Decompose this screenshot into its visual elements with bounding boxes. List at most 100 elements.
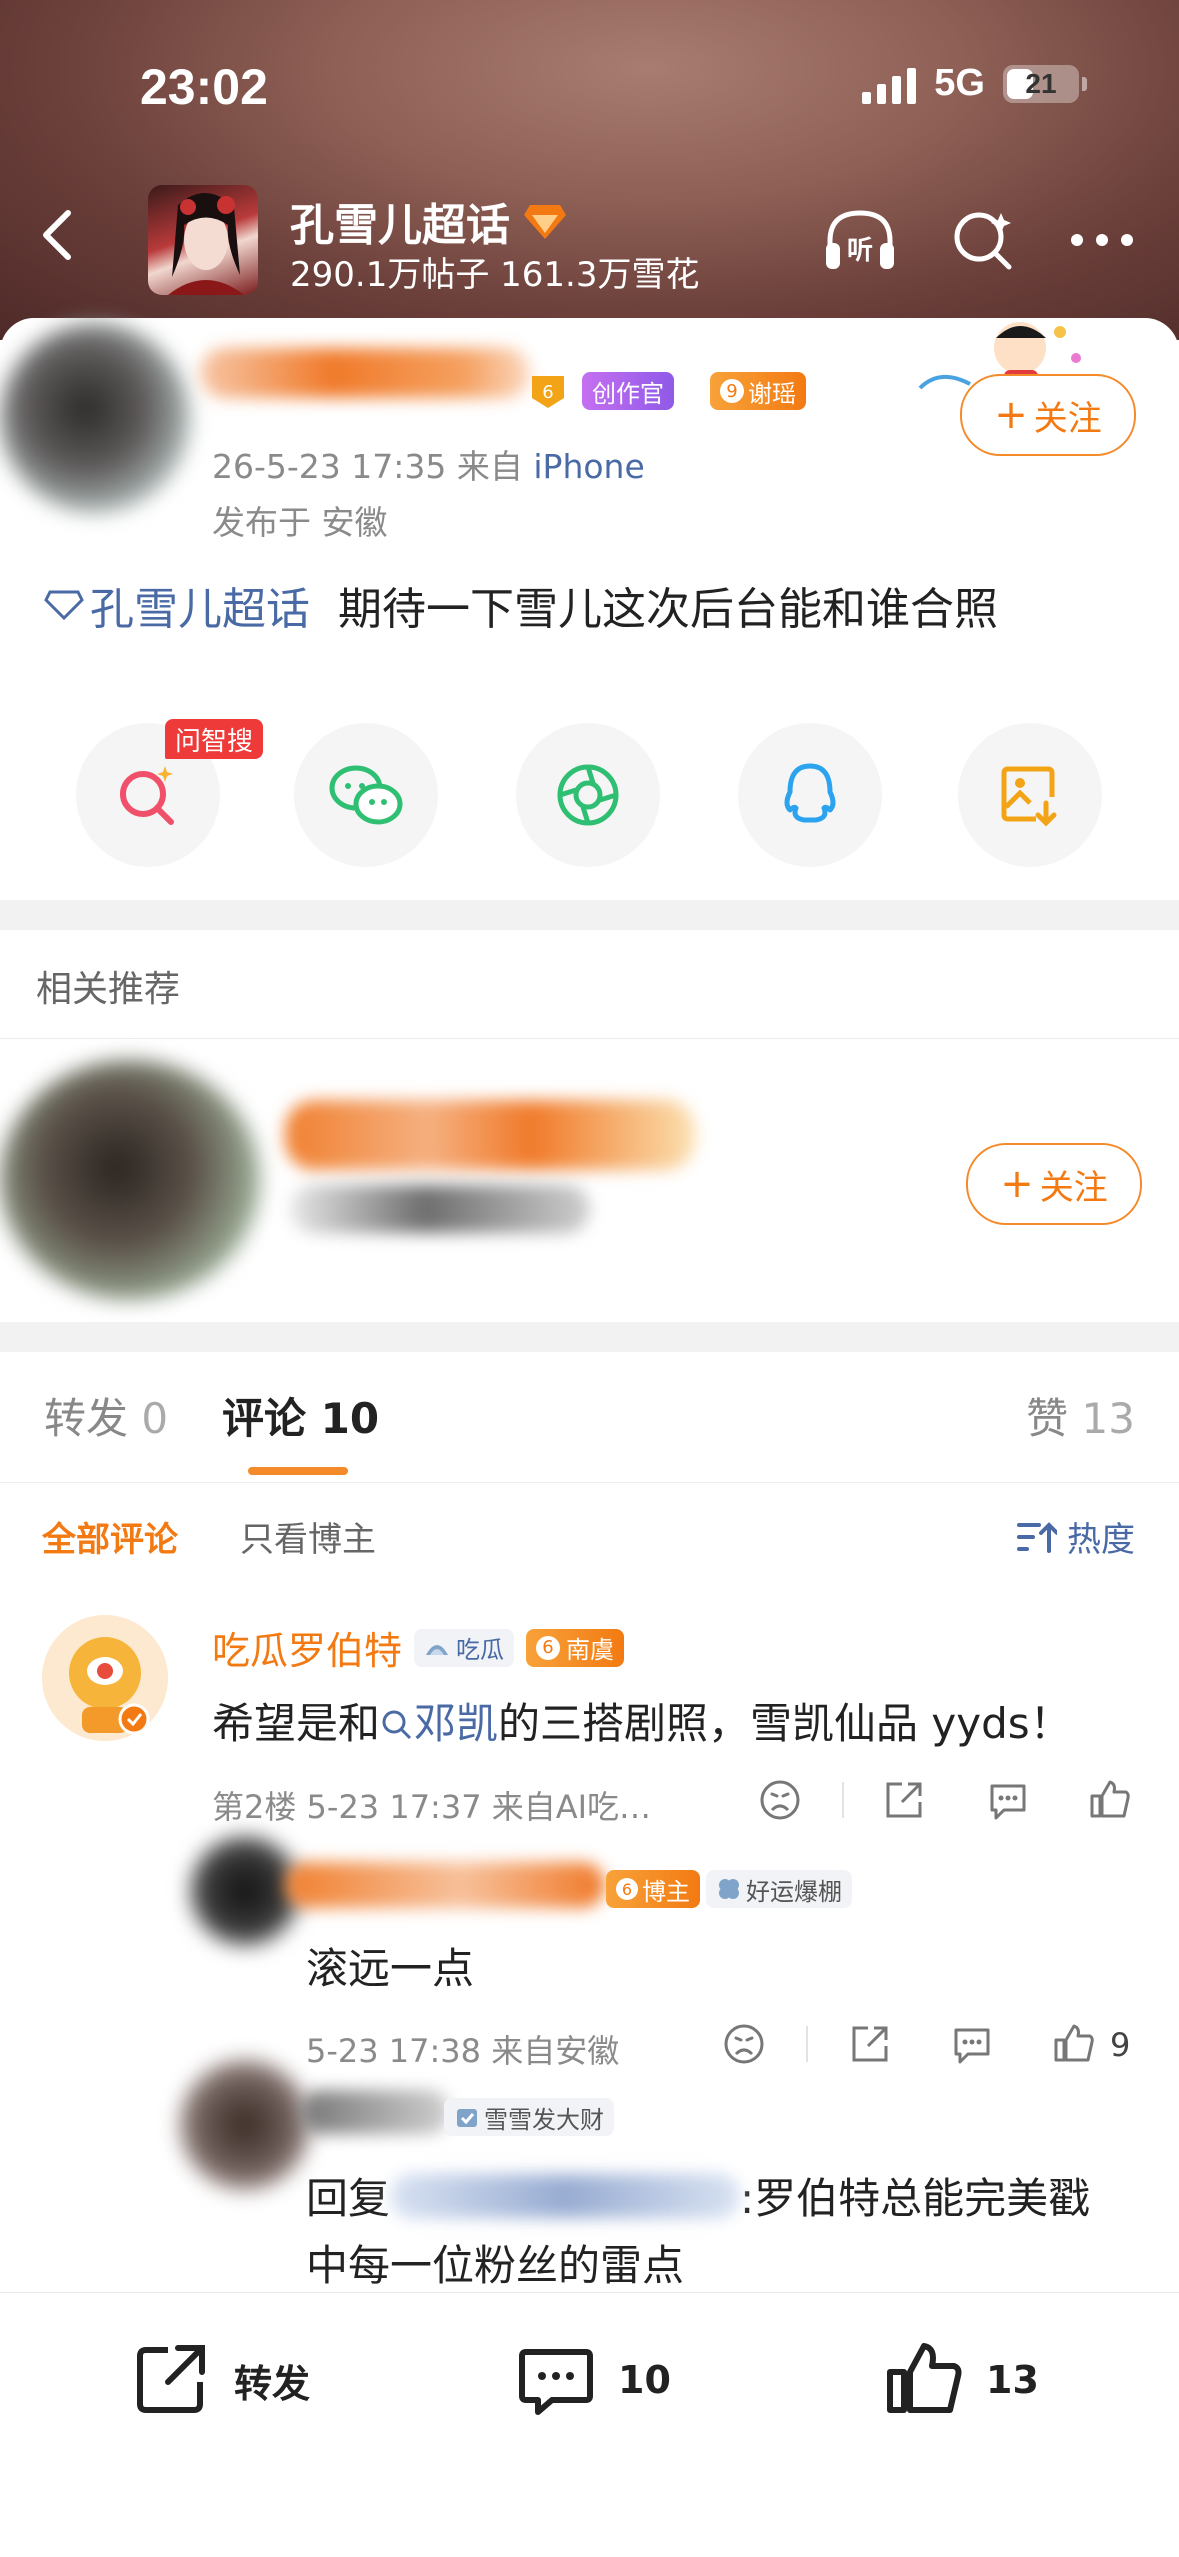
- tab-repost[interactable]: 转发 0: [44, 1385, 168, 1446]
- super-topic-icon: [44, 590, 84, 621]
- tab-comment[interactable]: 评论 10: [222, 1385, 379, 1446]
- battery-icon: 21: [1003, 64, 1087, 103]
- reply-fan-badge: 雪雪发大财: [444, 2098, 614, 2136]
- commenter-avatar[interactable]: [42, 1615, 168, 1741]
- fan-level-icon: 6: [528, 372, 568, 410]
- bottom-action-bar: 转发 10 13: [0, 2292, 1179, 2557]
- recommend-title: 相关推荐: [36, 969, 181, 1010]
- topic-header: 23:02 5G 21 孔雪儿超话 290.1万帖子 161.3万雪花 听: [0, 0, 1179, 340]
- follow-button[interactable]: + 关注: [960, 374, 1136, 456]
- post-card: 6 创作官 9 谢瑶 26-5-23 17:35 来自 iPhone 发布于 安…: [0, 318, 1179, 898]
- back-icon[interactable]: [30, 205, 90, 265]
- commenter-group-badge: 吃瓜: [414, 1628, 515, 1667]
- author-avatar[interactable]: [0, 323, 190, 513]
- dislike-icon[interactable]: [752, 1772, 808, 1828]
- post-time-source: 26-5-23 17:35 来自 iPhone: [212, 447, 645, 486]
- search-icon[interactable]: [944, 205, 1024, 275]
- dislike-icon[interactable]: [716, 2016, 772, 2072]
- qq-icon: [784, 763, 836, 823]
- network-label: 5G: [934, 62, 985, 104]
- divider: [0, 1038, 1179, 1039]
- reply-meta: 5-23 17:38 来自安徽: [306, 2032, 620, 2070]
- wechat-icon: [329, 765, 403, 825]
- divider: [842, 1782, 844, 1818]
- tab-like[interactable]: 赞 13: [1026, 1385, 1135, 1446]
- recommend-follow-button[interactable]: + 关注: [966, 1143, 1142, 1225]
- creator-badge: 创作官: [582, 372, 674, 410]
- share-icon[interactable]: [842, 2016, 898, 2072]
- reply-text-line2: 中每一位粉丝的雷点: [306, 2241, 685, 2290]
- calendar-check-icon: [457, 2109, 477, 2127]
- divider: [806, 2026, 808, 2062]
- sort-icon: [1017, 1521, 1057, 1553]
- sort-hot-button[interactable]: 热度: [1017, 1512, 1135, 1561]
- post-location: 发布于 安徽: [212, 503, 388, 542]
- filter-all-comments[interactable]: 全部评论: [42, 1512, 178, 1561]
- ai-search-tag: 问智搜: [165, 719, 264, 759]
- reply-fan-badge: 好运爆棚: [706, 1870, 852, 1908]
- post-content: 孔雪儿超话 期待一下雪儿这次后台能和谁合照: [44, 573, 998, 637]
- active-tab-indicator: [248, 1467, 348, 1475]
- moments-share-button[interactable]: [516, 723, 660, 867]
- topic-avatar[interactable]: [148, 185, 258, 295]
- battery-level: 21: [1025, 67, 1057, 99]
- share-row: 问智搜: [0, 719, 1179, 873]
- save-image-button[interactable]: [958, 723, 1102, 867]
- svg-text:听: 听: [847, 236, 873, 266]
- comment-icon: [519, 2349, 593, 2415]
- topic-bar: 孔雪儿超话 290.1万帖子 161.3万雪花 听: [0, 185, 1179, 295]
- filter-owner-only[interactable]: 只看博主: [240, 1512, 376, 1561]
- section-gap: [0, 900, 1179, 930]
- topic-title[interactable]: 孔雪儿超话: [290, 189, 568, 253]
- level-badge: 9 谢瑶: [710, 372, 806, 410]
- reply-owner-badge: 6 博主: [606, 1870, 700, 1908]
- commenter-name[interactable]: 吃瓜罗伯特: [212, 1620, 402, 1675]
- listen-icon[interactable]: 听: [820, 205, 900, 275]
- clover-icon: [719, 1879, 739, 1899]
- repost-icon: [137, 2345, 205, 2413]
- super-topic-diamond-icon: [524, 205, 566, 239]
- wechat-share-button[interactable]: [294, 723, 438, 867]
- search-icon: [382, 1710, 412, 1740]
- svg-text:6: 6: [542, 382, 553, 403]
- reply-like-count: 9: [1110, 2026, 1131, 2064]
- qq-share-button[interactable]: [738, 723, 882, 867]
- moments-icon: [557, 764, 619, 826]
- more-icon[interactable]: [1062, 205, 1142, 275]
- reply-icon[interactable]: [944, 2016, 1000, 2072]
- reply-avatar[interactable]: [180, 2060, 310, 2190]
- post-text: 期待一下雪儿这次后台能和谁合照: [338, 584, 998, 635]
- commenter-name-row: 吃瓜罗伯特 吃瓜 6 南虞: [212, 1620, 625, 1675]
- reply-text: 回复 :罗伯特总能完美戳: [306, 2173, 1091, 2223]
- divider: [0, 1482, 1179, 1483]
- mention-redacted[interactable]: [390, 2173, 741, 2218]
- ai-search-icon: [120, 766, 174, 825]
- topic-stats: 290.1万帖子 161.3万雪花: [290, 255, 700, 295]
- like-icon[interactable]: [1046, 2016, 1102, 2072]
- recommend-name-redacted[interactable]: [285, 1100, 695, 1170]
- reply-icon[interactable]: [980, 1772, 1036, 1828]
- reply-text: 滚远一点: [306, 1944, 475, 1993]
- reply-avatar[interactable]: [190, 1836, 300, 1946]
- comment-text: 希望是和 邓凯的三搭剧照，雪凯仙品 yyds！: [212, 1699, 1072, 1748]
- status-time: 23:02: [140, 59, 268, 115]
- comment-meta: 第2楼 5-23 17:37 来自AI吃…: [212, 1788, 652, 1826]
- comment-tabs: 转发 0 评论 10 赞 13: [0, 1385, 1179, 1485]
- author-name-redacted[interactable]: [200, 348, 530, 398]
- melon-icon: [426, 1644, 449, 1655]
- bottom-comment-button[interactable]: 10: [516, 2335, 671, 2425]
- post-topic-link[interactable]: 孔雪儿超话: [44, 573, 310, 637]
- reply-name-redacted[interactable]: [285, 1862, 605, 1908]
- status-indicators: 5G 21: [862, 62, 1087, 105]
- commenter-level-badge: 6 南虞: [526, 1628, 625, 1667]
- reply-name-redacted[interactable]: [300, 2090, 450, 2134]
- save-image-icon: [1001, 766, 1057, 827]
- share-icon[interactable]: [876, 1772, 932, 1828]
- bottom-like-button[interactable]: 13: [884, 2335, 1039, 2425]
- section-gap: [0, 1322, 1179, 1352]
- mention-link[interactable]: 邓凯: [380, 1699, 498, 1748]
- bottom-repost-button[interactable]: 转发: [132, 2335, 310, 2425]
- signal-icon: [862, 64, 917, 104]
- like-icon[interactable]: [1082, 1772, 1138, 1828]
- recommend-avatar[interactable]: [0, 1060, 260, 1300]
